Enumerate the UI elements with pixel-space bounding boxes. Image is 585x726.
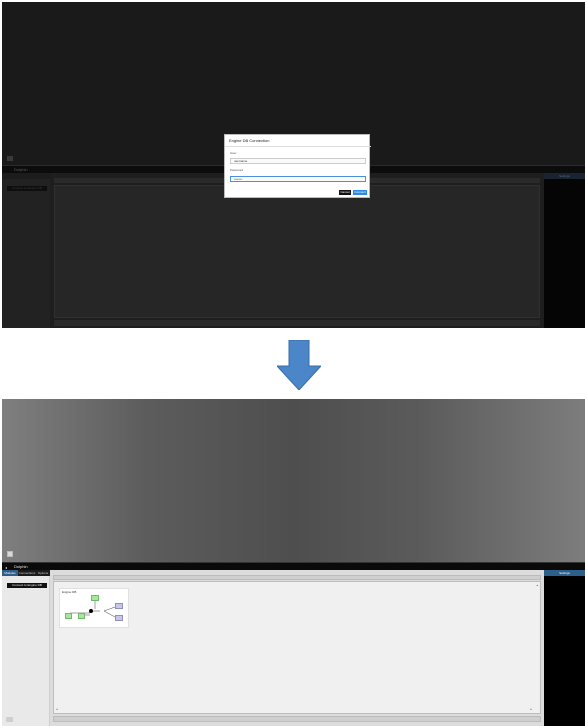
right-panel-title: Settings [544,173,585,179]
screenshot-after: ◂ Dolphin Modules Connections Options Co… [2,399,585,726]
password-label: Password [230,168,244,172]
right-panel: Settings [544,570,585,726]
scroll-left-icon[interactable]: ◂ [56,707,58,711]
password-field[interactable]: •••••••• [230,176,366,182]
graph-junction[interactable] [89,609,93,613]
app-title: Dolphin [14,167,28,172]
graph-node-input-a[interactable] [65,613,72,619]
node-graph[interactable]: Engine DB [59,588,129,628]
cancel-button[interactable]: Cancel [339,190,351,195]
viewport-canvas [2,399,585,562]
graph-canvas[interactable] [54,185,540,318]
graph-node-output-b[interactable] [115,615,123,621]
dialog-divider [225,146,371,147]
canvas-toggle-button[interactable] [7,551,13,557]
user-field[interactable]: username [230,158,366,164]
scroll-right-icon[interactable]: ▸ [530,707,532,711]
graph-node-source[interactable] [91,595,99,601]
right-panel-title: Settings [544,570,585,576]
connect-button[interactable]: Connect [353,190,367,195]
graph-canvas[interactable]: ▴ ◂ ▸ Engine DB [53,581,541,714]
main-panel: ▴ ◂ ▸ Engine DB [50,570,544,726]
dialog-title: Engine DB Connection [229,138,270,143]
scroll-up-icon[interactable]: ▴ [536,583,538,587]
down-arrow-icon [277,340,321,390]
graph-node-input-b[interactable] [78,613,85,619]
canvas-toggle-button[interactable] [7,156,13,161]
db-connection-dialog: Engine DB Connection User username Passw… [224,134,371,198]
comparison-figure: Dolphin Modules Connections Options Conn… [0,0,585,726]
screenshot-before: Dolphin Modules Connections Options Conn… [2,2,585,328]
status-indicator [6,717,13,722]
graph-node-output-a[interactable] [115,603,123,609]
left-panel: Connect to Engine DB [2,179,50,328]
connect-db-button[interactable]: Connect to Engine DB [7,186,47,191]
horizontal-scrollbar[interactable] [54,320,540,326]
right-panel: Settings [544,173,585,328]
connect-db-button[interactable]: Connect to Engine DB [7,583,47,588]
app-titlebar: ◂ Dolphin [2,562,585,570]
user-label: User [230,151,237,155]
horizontal-scrollbar[interactable] [53,716,541,722]
app-title: Dolphin [14,564,28,569]
main-toolbar [53,575,541,580]
left-panel: Connect to Engine DB [2,576,50,726]
